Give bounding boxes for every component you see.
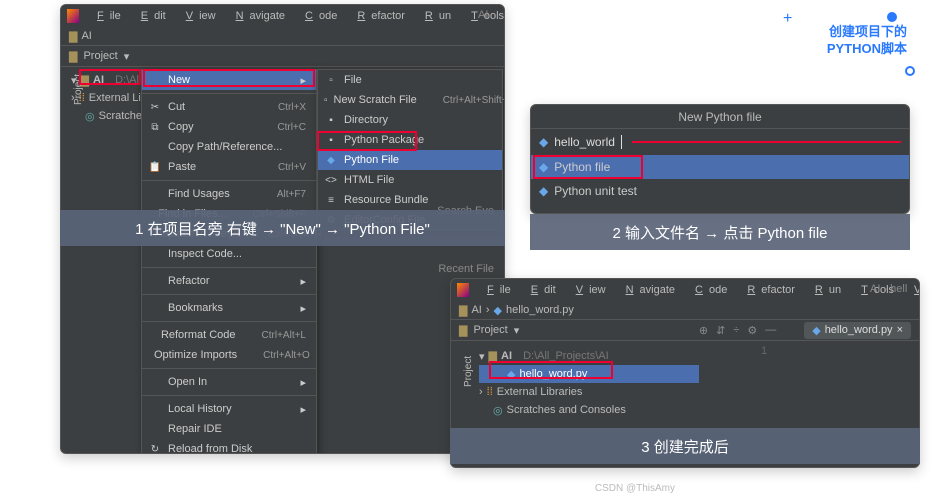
app-icon <box>457 283 469 297</box>
menu-file[interactable]: File <box>85 8 127 24</box>
project-icon: ▇ <box>69 50 77 63</box>
dot-icon <box>887 12 897 22</box>
menu-item-find-usages[interactable]: Find UsagesAlt+F7 <box>142 184 316 204</box>
caption-step1: 1 在项目名旁 右键 → "New" → "Python File" <box>60 210 505 246</box>
panel-step2: New Python file ◆ hello_world ◆ Python f… <box>530 104 910 214</box>
crumb-project[interactable]: AI <box>471 304 481 316</box>
expand-icon[interactable]: ⇵ <box>716 324 725 337</box>
submenu-item-html-file[interactable]: <>HTML File <box>318 170 502 190</box>
menu-run[interactable]: Run <box>803 282 847 298</box>
target-icon[interactable]: ⊕ <box>699 324 708 337</box>
title-decoration: + 创建项目下的 PYTHON脚本 <box>787 24 907 58</box>
menu-refactor[interactable]: Refactor <box>345 8 411 24</box>
tab-label: hello_word.py <box>825 324 893 336</box>
circle-icon <box>905 66 915 76</box>
menu-view[interactable]: View <box>174 8 222 24</box>
menu-item-local-history[interactable]: Local History▸ <box>142 399 316 419</box>
python-icon: ◆ <box>812 324 820 337</box>
tree-file[interactable]: ◆ hello_word.py <box>479 365 699 383</box>
menu-edit[interactable]: Edit <box>519 282 562 298</box>
menu-item-refactor[interactable]: Refactor▸ <box>142 271 316 291</box>
python-icon: ◆ <box>494 304 502 317</box>
menu-code[interactable]: Code <box>683 282 733 298</box>
title-line2: PYTHON脚本 <box>787 41 907 58</box>
submenu-item-python-file[interactable]: ◆Python File <box>318 150 502 170</box>
python-icon: ◆ <box>539 184 548 198</box>
menu-code[interactable]: Code <box>293 8 343 24</box>
caption-step3: 3 创建完成后 <box>450 428 920 464</box>
menu-navigate[interactable]: Navigate <box>224 8 291 24</box>
window-title-tail: AI - hell <box>870 283 907 295</box>
menu-item-paste[interactable]: 📋PasteCtrl+V <box>142 157 316 177</box>
menu-item-copy-path-reference-[interactable]: Copy Path/Reference... <box>142 137 316 157</box>
settings-icon[interactable]: ⚙ <box>747 324 757 337</box>
context-menu: New▸ ✂CutCtrl+X⧉CopyCtrl+CCopy Path/Refer… <box>141 69 317 454</box>
project-toolbar: ▇ Project ▾ <box>61 45 504 67</box>
chevron-down-icon[interactable]: ▾ <box>514 324 520 337</box>
menu-item-repair-ide[interactable]: Repair IDE <box>142 419 316 439</box>
submenu-item-file[interactable]: ▫File <box>318 70 502 90</box>
menu-view[interactable]: View <box>564 282 612 298</box>
tree-external[interactable]: › ⁞⁞ External Libraries <box>479 383 739 401</box>
option-python-file[interactable]: ◆ Python file <box>531 155 909 179</box>
menu-item-open-in[interactable]: Open In▸ <box>142 372 316 392</box>
menu-item-optimize-imports[interactable]: Optimize ImportsCtrl+Alt+O <box>142 345 316 365</box>
project-icon: ▇ <box>459 324 467 337</box>
project-dropdown[interactable]: Project <box>473 324 507 336</box>
tree-scratches[interactable]: ◎ Scratches and Consoles <box>479 401 739 419</box>
project-toolbar: ▇ Project ▾ ⊕ ⇵ ÷ ⚙ — ◆ hello_word.py × <box>451 319 919 341</box>
divide-icon[interactable]: ÷ <box>733 324 739 336</box>
menu-refactor[interactable]: Refactor <box>735 282 801 298</box>
window-title-tail: AI <box>478 9 488 21</box>
menu-item-cut[interactable]: ✂CutCtrl+X <box>142 97 316 117</box>
menu-edit[interactable]: Edit <box>129 8 172 24</box>
menubar: FileEditViewNavigateCodeRefactorRunTools… <box>61 5 504 27</box>
menu-navigate[interactable]: Navigate <box>614 282 681 298</box>
option-label: Python file <box>554 160 610 174</box>
menu-item-inspect-code-[interactable]: Inspect Code... <box>142 244 316 264</box>
sidebar-project-label[interactable]: Project <box>73 74 84 105</box>
filename-input[interactable]: ◆ hello_world <box>531 129 909 155</box>
option-label: Python unit test <box>554 184 637 198</box>
filename-value: hello_world <box>554 135 615 149</box>
menu-item-bookmarks[interactable]: Bookmarks▸ <box>142 298 316 318</box>
option-python-unit-test[interactable]: ◆ Python unit test <box>531 179 909 203</box>
watermark: CSDN @ThisAmy <box>595 483 675 494</box>
gutter-line: 1 <box>761 345 767 357</box>
title-line1: 创建项目下的 <box>787 24 907 41</box>
editor-tab[interactable]: ◆ hello_word.py × <box>804 322 911 339</box>
submenu-item-python-package[interactable]: ▪Python Package <box>318 130 502 150</box>
submenu-item-directory[interactable]: ▪Directory <box>318 110 502 130</box>
app-icon <box>67 9 79 23</box>
breadcrumb: ▇ AI <box>61 27 504 45</box>
python-icon: ◆ <box>539 135 548 149</box>
dialog-title: New Python file <box>531 105 909 129</box>
breadcrumb: ▇ AI › ◆ hello_word.py <box>451 301 919 319</box>
recent-files-text: Recent File <box>438 263 494 275</box>
menu-item-reload-from-disk[interactable]: ↻Reload from Disk <box>142 439 316 454</box>
caption-step2: 2 输入文件名 → 点击 Python file <box>530 214 910 250</box>
project-tree: ▾ ▇ AI D:\All_Projects\AI ◆ hello_word.p… <box>469 343 749 423</box>
close-icon[interactable]: × <box>897 324 903 336</box>
underline-highlight <box>632 141 901 143</box>
tree-root[interactable]: ▾ ▇ AI D:\All_Projects\AI <box>479 347 739 365</box>
menubar: FileEditViewNavigateCodeRefactorRunTools… <box>451 279 919 301</box>
folder-icon: ▇ <box>459 304 467 317</box>
menu-run[interactable]: Run <box>413 8 457 24</box>
menu-item-reformat-code[interactable]: Reformat CodeCtrl+Alt+L <box>142 325 316 345</box>
submenu-item-new-scratch-file[interactable]: ▫New Scratch FileCtrl+Alt+Shift+Insert <box>318 90 502 110</box>
menu-item-copy[interactable]: ⧉CopyCtrl+C <box>142 117 316 137</box>
minimize-icon[interactable]: — <box>765 324 776 336</box>
python-icon: ◆ <box>539 160 548 174</box>
project-dropdown[interactable]: Project <box>83 50 117 62</box>
crumb-file[interactable]: hello_word.py <box>506 304 574 316</box>
plus-icon: + <box>783 10 792 28</box>
folder-icon: ▇ <box>69 30 77 43</box>
menu-item-new[interactable]: New▸ <box>142 70 316 90</box>
chevron-down-icon[interactable]: ▾ <box>124 50 130 63</box>
menu-file[interactable]: File <box>475 282 517 298</box>
crumb-text: AI <box>81 30 91 42</box>
